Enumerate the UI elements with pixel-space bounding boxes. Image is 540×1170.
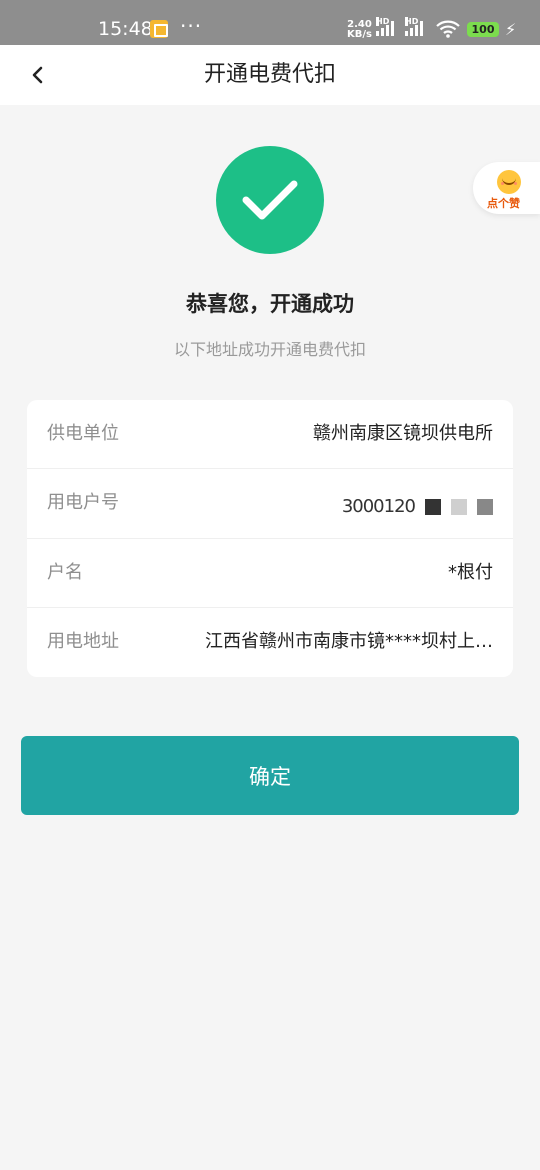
account-number-masked: 3000120 [342,495,493,519]
like-button[interactable]: 点个赞 [473,162,540,214]
confirm-button[interactable]: 确定 [21,736,519,815]
notification-icon [150,20,168,38]
smile-face-icon [497,170,521,194]
signal-1-icon: HD [376,17,394,36]
hd-label-2: HD [405,17,419,26]
like-label: 点个赞 [487,197,520,210]
info-label: 供电单位 [47,423,119,444]
mosaic-block [477,499,493,516]
wifi-icon [436,20,460,38]
status-time: 15:48 [98,18,153,40]
page-title: 开通电费代扣 [203,62,336,87]
info-label: 用电地址 [47,630,119,652]
info-row-supply-unit: 供电单位 赣州南康区镜坝供电所 [27,400,513,470]
info-value: 江西省赣州市南康市镜****坝村上… [205,630,493,652]
account-info-card: 供电单位 赣州南康区镜坝供电所 用电户号 3000120 户名 *根付 用电地址… [27,400,513,677]
more-notifications-icon: ··· [180,14,203,38]
info-label: 户名 [47,561,83,583]
mosaic-block [425,499,441,516]
check-icon [242,180,298,220]
check-circle-icon [216,146,324,254]
network-speed-unit: KB/s [347,29,372,40]
info-label: 用电户号 [47,492,119,514]
info-value: *根付 [448,561,493,583]
nav-bar: 开通电费代扣 [0,45,540,105]
success-title: 恭喜您，开通成功 [186,292,354,316]
charging-icon: ⚡ [505,20,517,39]
info-row-account-number: 用电户号 3000120 [27,469,513,539]
network-speed: 2.40 KB/s [347,20,372,40]
hd-label-1: HD [376,17,390,26]
status-bar: 15:48 ··· 2.40 KB/s HD HD 100 ⚡ [0,0,540,45]
mosaic-block [451,499,467,516]
info-row-address: 用电地址 江西省赣州市南康市镜****坝村上… [27,608,513,677]
signal-2-icon: HD [405,17,423,36]
info-value: 赣州南康区镜坝供电所 [313,423,493,444]
info-row-account-name: 户名 *根付 [27,539,513,608]
success-subtitle: 以下地址成功开通电费代扣 [173,340,366,359]
battery-icon: 100 [467,22,499,37]
account-number-partial: 3000120 [341,496,416,518]
